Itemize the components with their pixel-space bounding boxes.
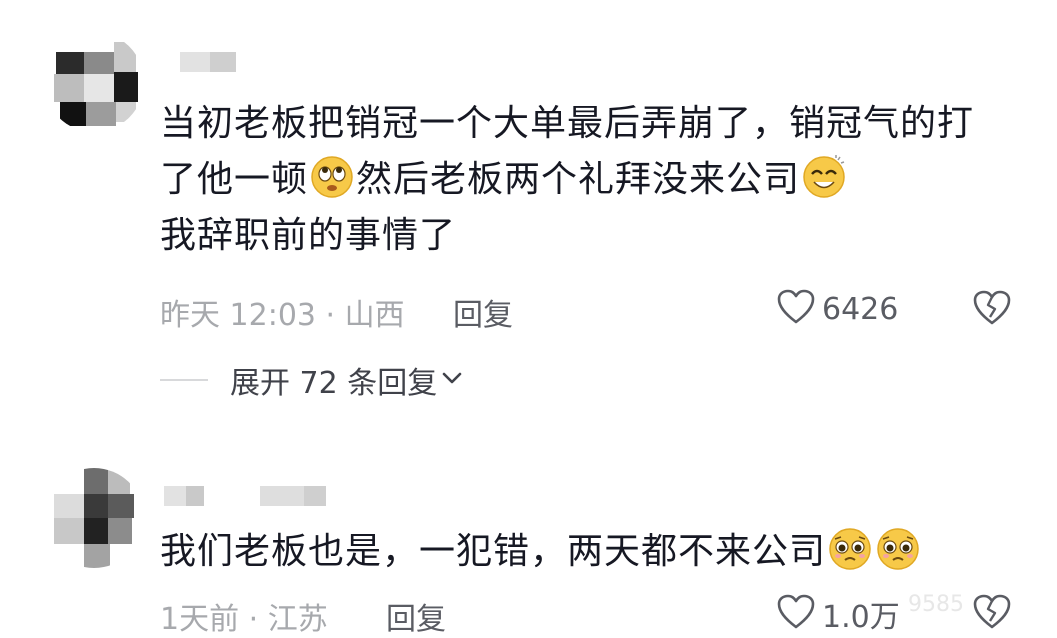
reply-button[interactable]: 回复 [386, 594, 446, 638]
dislike-button[interactable] [972, 289, 1012, 331]
username[interactable] [160, 52, 260, 80]
expand-replies-button[interactable]: 展开 72 条回复 [160, 358, 463, 402]
comment-text-span: 我们老板也是，一犯错，两天都不来公司 [160, 531, 827, 572]
avatar[interactable] [44, 32, 144, 132]
username[interactable] [160, 486, 460, 514]
avatar[interactable] [44, 468, 144, 568]
reply-button[interactable]: 回复 [453, 290, 513, 334]
comment-text-line: 我辞职前的事情了 [160, 215, 457, 256]
comment-text: 我们老板也是，一犯错，两天都不来公司 [160, 524, 1020, 580]
pleading-emoji-icon [876, 527, 920, 571]
comment-text-line: 了他一顿 然后老板两个礼拜没来公司 [160, 152, 1020, 208]
heart-icon [776, 288, 816, 330]
comment-item: 我们老板也是，一犯错，两天都不来公司 1天前 · 江苏 回复 1.0万 9585 [0, 440, 1057, 638]
pleading-emoji-icon [828, 527, 872, 571]
comment-item: 当初老板把销冠一个大单最后弄崩了，销冠气的打 了他一顿 然后老板两个礼拜没来公司 … [0, 0, 1057, 345]
expand-replies-label: 展开 72 条回复 [230, 366, 438, 401]
rolling-eyes-emoji-icon [310, 155, 354, 199]
heart-icon [776, 593, 816, 635]
broken-heart-icon [972, 594, 1012, 635]
dislike-button[interactable] [972, 593, 1012, 635]
watermark-text: 9585 [908, 592, 964, 617]
comment-text-line: 当初老板把销冠一个大单最后弄崩了，销冠气的打 [160, 103, 975, 144]
broken-heart-icon [972, 290, 1012, 331]
comment-meta: 1天前 · 江苏 [160, 602, 328, 637]
chevron-down-icon [441, 370, 463, 390]
comment-text-span: 了他一顿 [160, 159, 309, 200]
like-button[interactable]: 1.0万 [776, 592, 900, 636]
smiling-squint-emoji-icon [802, 155, 846, 199]
like-count: 6426 [822, 291, 899, 327]
comment-text-span: 然后老板两个礼拜没来公司 [356, 159, 801, 200]
like-count: 1.0万 [822, 600, 900, 635]
divider [160, 379, 208, 381]
comment-meta: 昨天 12:03 · 山西 [160, 298, 405, 333]
like-button[interactable]: 6426 [776, 288, 898, 330]
comment-text: 当初老板把销冠一个大单最后弄崩了，销冠气的打 了他一顿 然后老板两个礼拜没来公司 … [160, 96, 1020, 264]
